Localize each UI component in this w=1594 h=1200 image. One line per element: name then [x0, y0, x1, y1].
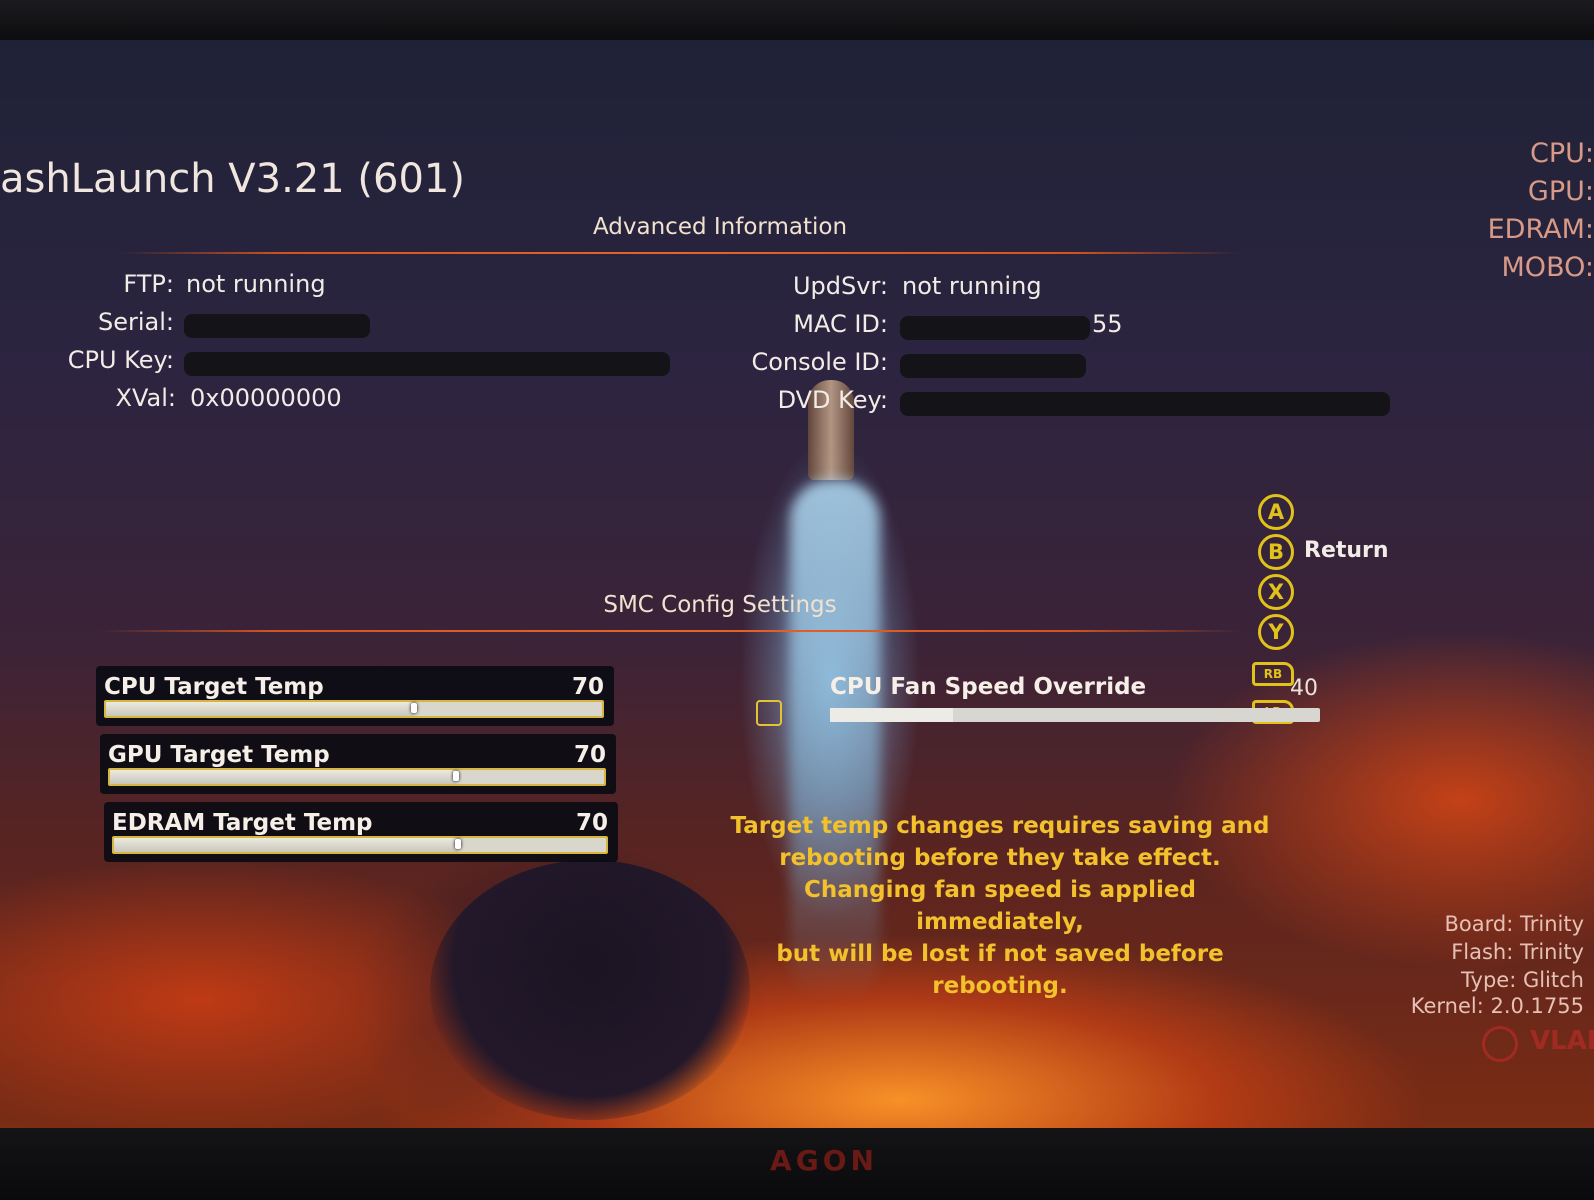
updsvr-value: not running — [902, 272, 1042, 300]
mac-id-value: 55 — [1092, 310, 1123, 338]
fan-override-checkbox[interactable] — [756, 700, 782, 726]
cpu-key-label: CPU Key: — [67, 346, 174, 374]
smc-divider — [100, 630, 1240, 632]
edram-target-temp-value: 70 — [575, 810, 608, 836]
cpu-target-temp-fill — [106, 702, 414, 716]
serial-redaction — [184, 314, 370, 338]
right-bumper-icon: RB — [1252, 662, 1294, 686]
serial-row: Serial: — [0, 308, 700, 342]
fan-override-label: CPU Fan Speed Override — [830, 674, 1147, 700]
smc-heading: SMC Config Settings — [603, 592, 837, 618]
gpu-target-temp-label: GPU Target Temp — [108, 742, 330, 768]
advanced-info-heading: Advanced Information — [592, 214, 848, 240]
return-button[interactable]: B Return — [1258, 534, 1418, 570]
xval-row: XVal: 0x00000000 — [0, 384, 700, 418]
mobo-temp-label: MOBO: — [1501, 252, 1594, 283]
cpu-temp-label: CPU: — [1530, 138, 1594, 169]
vlad-logo-icon — [1482, 1026, 1518, 1062]
notice-line-3: Changing fan speed is applied immediatel… — [804, 877, 1196, 935]
gpu-target-temp-slider[interactable]: GPU Target Temp 70 — [100, 734, 616, 794]
edram-target-temp-label: EDRAM Target Temp — [112, 810, 373, 836]
xval-value: 0x00000000 — [190, 384, 342, 412]
dvd-key-redaction — [900, 392, 1390, 416]
gpu-target-temp-value: 70 — [573, 742, 606, 768]
cpu-target-temp-label: CPU Target Temp — [104, 674, 324, 700]
return-label: Return — [1304, 538, 1389, 563]
edram-target-temp-fill — [114, 838, 459, 852]
b-button-icon: B — [1258, 534, 1294, 570]
dashlaunch-screen: ashLaunch V3.21 (601) CPU: GPU: EDRAM: M… — [0, 40, 1594, 1128]
mac-id-row: MAC ID: 55 — [700, 310, 1400, 344]
advanced-info-divider — [120, 252, 1240, 254]
smoke-cloud-graphic — [430, 860, 750, 1120]
dvd-key-label: DVD Key: — [777, 386, 888, 414]
notice-line-4: but will be lost if not saved before reb… — [776, 941, 1224, 999]
settings-notice: Target temp changes requires saving and … — [720, 810, 1280, 1002]
mac-id-redaction — [900, 316, 1090, 340]
vlad-logo-text: VLAD — [1530, 1026, 1594, 1056]
mac-id-label: MAC ID: — [793, 310, 888, 338]
cpu-target-temp-track[interactable] — [104, 700, 604, 718]
gpu-temp-label: GPU: — [1527, 176, 1594, 207]
dvd-key-row: DVD Key: — [700, 386, 1400, 420]
notice-line-1: Target temp changes requires saving and — [730, 813, 1270, 839]
a-button-icon: A — [1258, 494, 1294, 530]
y-button-icon: Y — [1258, 614, 1294, 650]
board-info: Board: Trinity — [1444, 912, 1584, 936]
fan-override-value: 40 — [1290, 676, 1318, 701]
monitor-bezel-bottom: AGON — [0, 1128, 1594, 1200]
updsvr-row: UpdSvr: not running — [700, 272, 1400, 306]
gpu-target-temp-track[interactable] — [108, 768, 606, 786]
app-title: ashLaunch V3.21 (601) — [0, 156, 465, 202]
monitor-bezel-top — [0, 0, 1594, 40]
ftp-label: FTP: — [123, 270, 174, 298]
ftp-value: not running — [186, 270, 326, 298]
edram-target-temp-thumb[interactable] — [455, 839, 462, 849]
gpu-target-temp-thumb[interactable] — [452, 771, 459, 781]
edram-target-temp-slider[interactable]: EDRAM Target Temp 70 — [104, 802, 618, 862]
console-id-redaction — [900, 354, 1086, 378]
cpu-key-redaction — [184, 352, 670, 376]
type-info: Type: Glitch — [1460, 968, 1584, 992]
gpu-target-temp-fill — [110, 770, 456, 784]
console-id-row: Console ID: — [700, 348, 1400, 382]
fan-speed-fill — [830, 708, 953, 722]
edram-temp-label: EDRAM: — [1487, 214, 1594, 245]
flash-info: Flash: Trinity — [1451, 940, 1584, 964]
cpu-target-temp-value: 70 — [571, 674, 604, 700]
ftp-row: FTP: not running — [0, 270, 700, 304]
monitor-brand-logo: AGON — [770, 1144, 878, 1177]
updsvr-label: UpdSvr: — [792, 272, 888, 300]
x-button-icon: X — [1258, 574, 1294, 610]
serial-label: Serial: — [98, 308, 174, 336]
kernel-info: Kernel: 2.0.1755 — [1410, 994, 1584, 1018]
notice-line-2: rebooting before they take effect. — [779, 845, 1221, 871]
edram-target-temp-track[interactable] — [112, 836, 608, 854]
cpu-key-row: CPU Key: — [0, 346, 700, 380]
cpu-target-temp-slider[interactable]: CPU Target Temp 70 — [96, 666, 614, 726]
cpu-target-temp-thumb[interactable] — [410, 703, 417, 713]
fan-speed-slider[interactable] — [830, 708, 1320, 722]
xval-label: XVal: — [115, 384, 176, 412]
console-id-label: Console ID: — [751, 348, 888, 376]
